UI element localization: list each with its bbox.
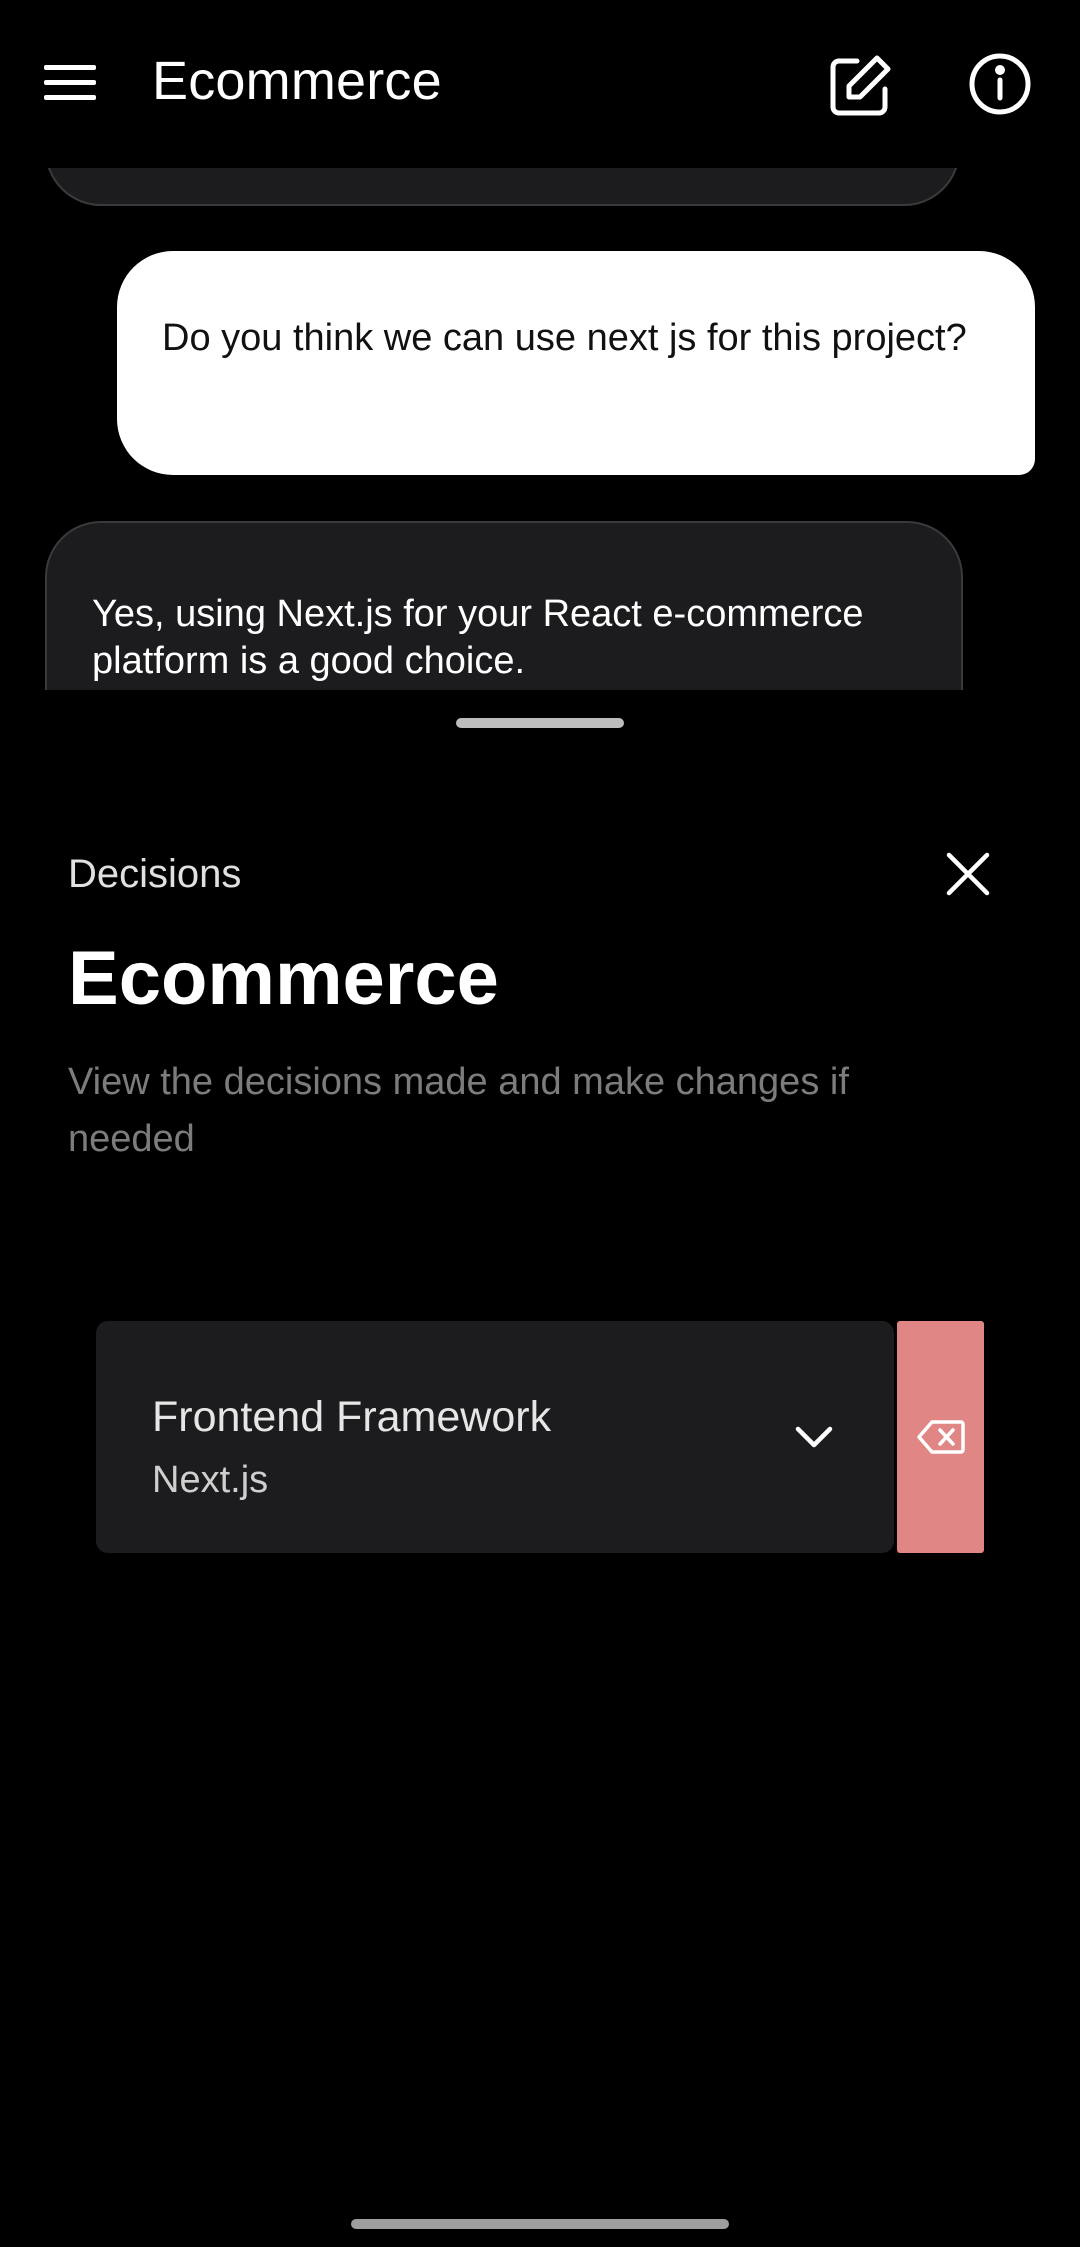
close-icon: [946, 852, 990, 896]
delete-decision-button[interactable]: [897, 1321, 984, 1553]
info-icon: [969, 53, 1031, 115]
app-bar: Ecommerce: [0, 0, 1080, 168]
chevron-down-icon: [795, 1426, 833, 1448]
decision-card[interactable]: Frontend Framework Next.js: [96, 1321, 894, 1553]
edit-button[interactable]: [822, 48, 898, 124]
info-button[interactable]: [962, 46, 1038, 122]
previous-message-bubble: [45, 168, 960, 206]
menu-icon: [44, 65, 96, 100]
user-message-bubble: Do you think we can use next js for this…: [117, 251, 1035, 475]
navigation-gesture-bar[interactable]: [351, 2219, 729, 2229]
sheet-title: Ecommerce: [68, 936, 499, 1021]
chat-thread: Do you think we can use next js for this…: [0, 168, 1080, 690]
decision-value: Next.js: [152, 1459, 269, 1501]
user-message-text: Do you think we can use next js for this…: [162, 317, 967, 359]
sheet-drag-handle[interactable]: [456, 718, 624, 728]
app-title: Ecommerce: [152, 51, 442, 111]
decision-title: Frontend Framework: [152, 1393, 552, 1441]
close-button[interactable]: [936, 842, 1000, 906]
assistant-message-bubble: Yes, using Next.js for your React e-comm…: [45, 521, 963, 690]
sheet-label: Decisions: [68, 852, 242, 896]
edit-icon: [830, 55, 891, 116]
expand-button[interactable]: [786, 1409, 842, 1465]
sheet-subtitle: View the decisions made and make changes…: [68, 1061, 849, 1160]
menu-button[interactable]: [40, 55, 100, 111]
decisions-sheet: Decisions Ecommerce View the decisions m…: [0, 690, 1080, 2247]
backspace-icon: [916, 1420, 965, 1454]
assistant-message-text: Yes, using Next.js for your React e-comm…: [92, 593, 864, 682]
